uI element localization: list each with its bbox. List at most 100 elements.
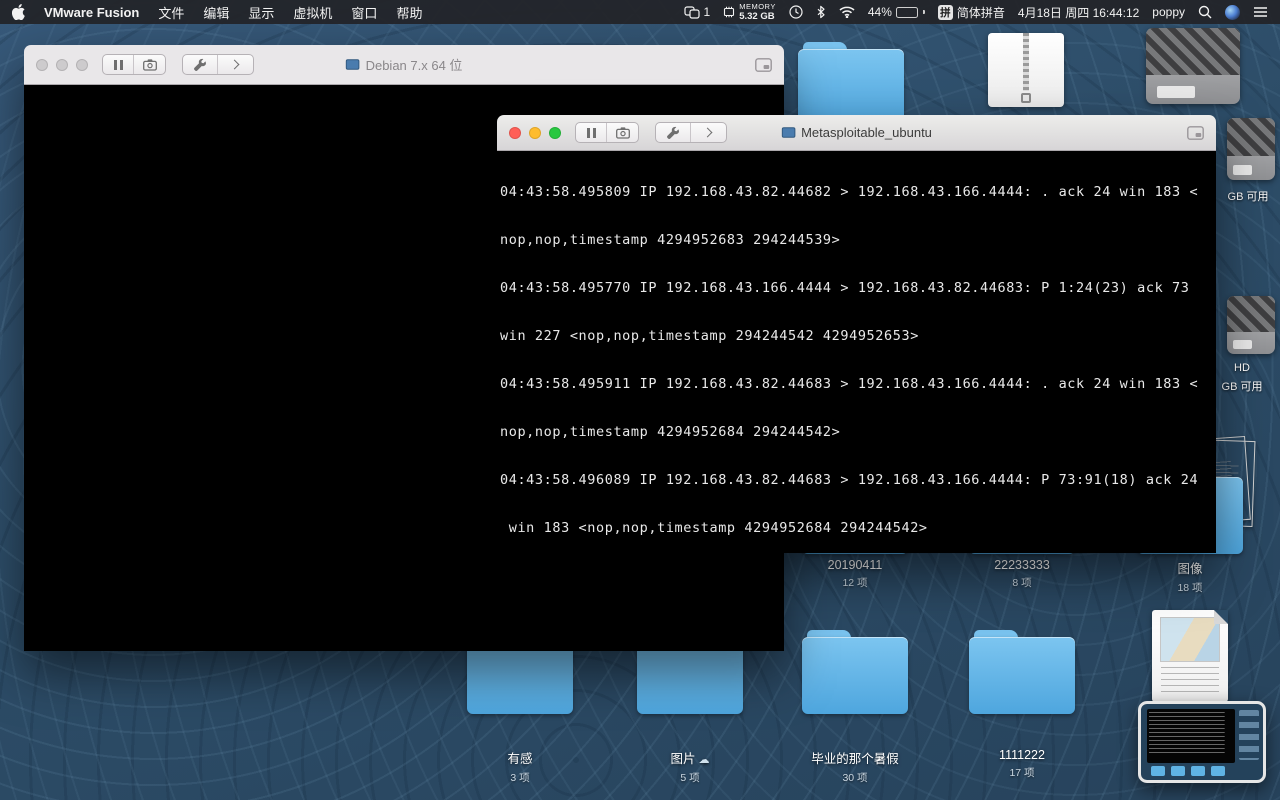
battery-percent: 44% bbox=[867, 5, 892, 19]
pause-vm-button[interactable] bbox=[576, 123, 607, 142]
terminal-line: win 227 <nop,nop,timestamp 294244542 429… bbox=[500, 328, 919, 345]
battery-status-item[interactable]: 44% bbox=[868, 5, 925, 19]
image-document-icon[interactable] bbox=[1152, 610, 1228, 702]
bluetooth-icon[interactable] bbox=[816, 5, 826, 19]
vm-settings-controls bbox=[182, 54, 254, 75]
icloud-icon: ☁ bbox=[698, 754, 710, 766]
vm-power-controls bbox=[575, 122, 639, 143]
folder-item-count: 5 项 bbox=[680, 772, 700, 784]
minimize-button[interactable] bbox=[529, 126, 541, 139]
input-method-badge: 拼 bbox=[937, 4, 953, 20]
terminal-line: 04:43:58.495770 IP 192.168.43.166.4444 >… bbox=[500, 280, 1190, 297]
desktop-folder-yougan[interactable]: 有感 3 项 bbox=[461, 630, 579, 785]
folder-item-count: 12 项 bbox=[842, 577, 868, 589]
zoom-button[interactable] bbox=[549, 126, 561, 139]
wrench-icon bbox=[667, 126, 679, 139]
terminal-line: 04:43:58.495911 IP 192.168.43.82.44683 >… bbox=[500, 376, 1199, 393]
desktop-folder-top[interactable] bbox=[792, 42, 910, 126]
close-button[interactable] bbox=[36, 58, 48, 71]
desktop-folder-1111222[interactable]: 1111222 17 项 bbox=[963, 630, 1081, 780]
folder-item-count: 17 项 bbox=[1009, 767, 1035, 779]
memory-readout: MEMORY 5.32 GB bbox=[739, 3, 776, 21]
fullscreen-pip-icon[interactable] bbox=[755, 57, 772, 72]
desktop-folder-summer[interactable]: 毕业的那个暑假 30 项 bbox=[796, 630, 914, 785]
vm-settings-button[interactable] bbox=[656, 123, 691, 142]
chevron-right-icon bbox=[229, 59, 240, 70]
user-name[interactable]: poppy bbox=[1152, 5, 1185, 19]
input-method-label: 简体拼音 bbox=[956, 5, 1005, 20]
snapshot-button[interactable] bbox=[607, 123, 638, 142]
terminal-line: 04:43:58.495809 IP 192.168.43.82.44682 >… bbox=[500, 184, 1199, 200]
battery-nub bbox=[922, 10, 925, 14]
app-menu[interactable]: VMware Fusion bbox=[44, 5, 139, 20]
zip-archive-icon[interactable] bbox=[988, 33, 1064, 107]
disk-name-label: HD bbox=[1234, 362, 1250, 374]
vm-power-controls bbox=[102, 54, 166, 75]
menu-item-window[interactable]: 窗口 bbox=[351, 3, 377, 22]
metasploitable-titlebar[interactable]: Metasploitable_ubuntu bbox=[497, 115, 1216, 151]
expand-toolbar-button[interactable] bbox=[691, 123, 726, 142]
zipper-pull-graphic bbox=[1021, 93, 1031, 103]
debian-titlebar[interactable]: Debian 7.x 64 位 bbox=[24, 45, 784, 85]
text-lines-graphic bbox=[1161, 667, 1219, 695]
snapshot-icon bbox=[615, 126, 630, 139]
close-button[interactable] bbox=[509, 126, 521, 139]
memory-value: 5.32 GB bbox=[739, 10, 775, 22]
vm-screen-icon bbox=[781, 127, 795, 138]
menu-item-edit[interactable]: 编辑 bbox=[203, 3, 229, 22]
zipper-graphic bbox=[1023, 33, 1029, 91]
folder-name-text: 图片 bbox=[670, 752, 696, 766]
mini-folders-graphic bbox=[1151, 766, 1225, 776]
metasploitable-vm-window[interactable]: Metasploitable_ubuntu 04:43:58.495809 IP… bbox=[497, 115, 1216, 553]
disk-image-icon[interactable] bbox=[1146, 28, 1240, 104]
menu-item-file[interactable]: 文件 bbox=[158, 3, 184, 22]
folder-icon bbox=[966, 630, 1078, 714]
menu-item-virtual-machine[interactable]: 虚拟机 bbox=[293, 3, 332, 22]
notification-center-icon[interactable] bbox=[1253, 6, 1268, 18]
time-machine-icon[interactable] bbox=[789, 5, 803, 19]
snapshot-icon bbox=[142, 58, 157, 71]
memory-chip-icon bbox=[724, 6, 735, 18]
wifi-icon[interactable] bbox=[839, 6, 855, 18]
terminal-line: win 183 <nop,nop,timestamp 4294952684 29… bbox=[500, 520, 928, 537]
pause-vm-button[interactable] bbox=[103, 55, 134, 74]
folder-name: 20190411 bbox=[827, 558, 883, 572]
notification-status-item[interactable]: 1 bbox=[683, 5, 710, 19]
terminal-output[interactable]: 04:43:58.495809 IP 192.168.43.82.44682 >… bbox=[497, 151, 1216, 553]
folder-name: 图像 bbox=[1177, 562, 1203, 576]
memory-status-item[interactable]: MEMORY 5.32 GB bbox=[723, 3, 776, 21]
pause-icon bbox=[113, 59, 123, 70]
apple-menu-icon[interactable] bbox=[12, 4, 25, 20]
search-icon[interactable] bbox=[1198, 5, 1212, 19]
disk-free-space-label: GB 可用 bbox=[1221, 381, 1263, 393]
disk-image-icon[interactable] bbox=[1227, 118, 1275, 180]
siri-icon[interactable] bbox=[1225, 4, 1240, 20]
menu-bar: VMware Fusion 文件 编辑 显示 虚拟机 窗口 帮助 1 MEMOR… bbox=[0, 0, 1280, 24]
minimize-button[interactable] bbox=[56, 58, 68, 71]
battery-icon bbox=[895, 6, 918, 18]
expand-toolbar-button[interactable] bbox=[218, 55, 253, 74]
folder-icon bbox=[795, 42, 907, 126]
screenshot-preview-window[interactable] bbox=[1138, 701, 1266, 783]
wrench-icon bbox=[194, 58, 206, 71]
snapshot-button[interactable] bbox=[134, 55, 165, 74]
menu-item-help[interactable]: 帮助 bbox=[396, 3, 422, 22]
fullscreen-pip-icon[interactable] bbox=[1187, 125, 1204, 140]
vm-settings-button[interactable] bbox=[183, 55, 218, 74]
folder-name: 1111222 bbox=[999, 748, 1045, 762]
menu-bar-left: VMware Fusion 文件 编辑 显示 虚拟机 窗口 帮助 bbox=[12, 3, 422, 22]
desktop-folder-pictures[interactable]: 图片 ☁ 5 项 bbox=[631, 630, 749, 785]
folder-name: 图片 ☁ bbox=[631, 748, 749, 767]
zoom-button[interactable] bbox=[76, 58, 88, 71]
menu-bar-status: 1 MEMORY 5.32 GB 44% 拼 简体拼音 4月18日 周四 16:… bbox=[683, 3, 1268, 21]
input-method-item[interactable]: 拼 简体拼音 bbox=[937, 4, 1005, 21]
folder-name: 有感 bbox=[507, 752, 533, 766]
memory-label: MEMORY bbox=[739, 2, 776, 11]
vm-settings-controls bbox=[655, 122, 727, 143]
page-fold-graphic bbox=[1214, 610, 1228, 624]
folder-item-count: 18 项 bbox=[1177, 582, 1203, 594]
menu-item-view[interactable]: 显示 bbox=[248, 3, 274, 22]
datetime[interactable]: 4月18日 周四 16:44:12 bbox=[1018, 4, 1139, 21]
chevron-right-icon bbox=[702, 127, 713, 138]
disk-image-icon[interactable] bbox=[1227, 296, 1275, 354]
